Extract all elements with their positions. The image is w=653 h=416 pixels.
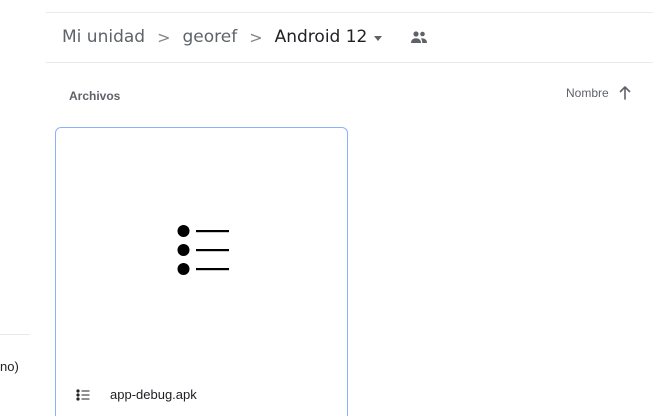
list-bullets-icon — [177, 225, 229, 275]
file-card[interactable]: app-debug.apk — [55, 127, 348, 416]
header-divider — [46, 62, 653, 63]
breadcrumb-separator: > — [157, 27, 171, 47]
breadcrumb-separator: > — [249, 27, 263, 47]
file-name: app-debug.apk — [110, 387, 197, 402]
breadcrumb-android-12[interactable]: Android 12 — [275, 27, 368, 47]
breadcrumb-my-drive[interactable]: Mi unidad — [62, 27, 145, 47]
sort-label: Nombre — [566, 86, 609, 100]
chevron-down-icon[interactable] — [374, 35, 383, 41]
section-label-files: Archivos — [69, 89, 121, 103]
sidebar-divider — [0, 334, 30, 335]
breadcrumb-georef[interactable]: georef — [182, 27, 237, 47]
file-card-footer: app-debug.apk — [76, 387, 197, 402]
drive-page: Mi unidad > georef > Android 12 Archivos… — [0, 0, 653, 416]
breadcrumb: Mi unidad > georef > Android 12 — [62, 24, 428, 50]
sort-button[interactable]: Nombre — [566, 86, 631, 100]
top-divider — [46, 12, 653, 13]
shared-people-icon[interactable] — [410, 30, 428, 44]
sidebar-truncated-text: no) — [0, 359, 19, 374]
arrow-up-icon — [619, 86, 630, 100]
list-bullets-icon — [76, 388, 90, 401]
